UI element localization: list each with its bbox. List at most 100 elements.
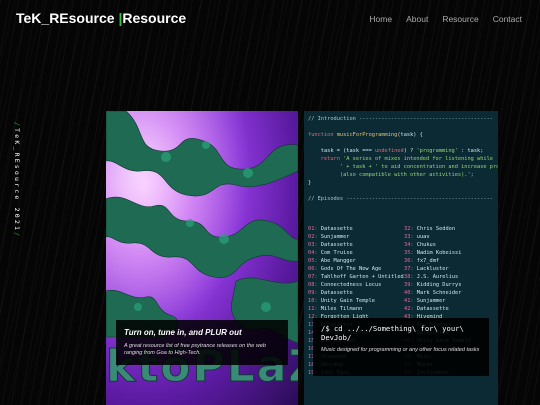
devjob-title[interactable]: /$ cd ../../Something\ for\ your\ DevJob… xyxy=(321,324,481,342)
return-keyword: return xyxy=(308,156,340,162)
episode-item[interactable]: 42: Datassette xyxy=(404,305,498,313)
episode-number: 39: xyxy=(404,282,414,288)
episode-number: 01: xyxy=(308,226,318,232)
episode-item[interactable]: 04: Com Truise xyxy=(308,249,404,257)
episode-number: 38: xyxy=(404,274,414,280)
episode-title: Unity Gain Temple xyxy=(320,298,375,304)
line2-string: 'A series of mixes intended for listenin… xyxy=(339,156,493,162)
episode-item[interactable]: 01: Datassette xyxy=(308,225,404,233)
psytrance-caption: Turn on, tune in, and PLUR out A great r… xyxy=(116,320,288,365)
episode-item[interactable]: 33: uuav xyxy=(404,233,498,241)
episode-title: Mark Schneider xyxy=(416,290,462,296)
episode-title: Datassette xyxy=(320,226,353,232)
episode-title: Datassette xyxy=(320,290,353,296)
episode-item[interactable]: 37: Lackluster xyxy=(404,265,498,273)
terminal-line-4: (also compatible with other activities).… xyxy=(308,172,474,178)
terminal-episodes-header: // Episodes ----------------------------… xyxy=(308,196,493,202)
episode-item[interactable]: 02: Sunjammer xyxy=(308,233,404,241)
episode-item[interactable]: 09: Datassette xyxy=(308,289,404,297)
episode-number: 04: xyxy=(308,250,318,256)
episode-item[interactable]: 38: J.S. Aurelius xyxy=(404,273,498,281)
terminal-close-brace: } xyxy=(308,180,312,186)
episode-number: 03: xyxy=(308,242,318,248)
episode-title: Abe Mangger xyxy=(320,258,356,264)
devjob-caption: /$ cd ../../Something\ for\ your\ DevJob… xyxy=(313,318,489,376)
episode-item[interactable]: 10: Unity Gain Temple xyxy=(308,297,404,305)
nav-home-link[interactable]: Home xyxy=(369,14,392,24)
fn-keyword: function xyxy=(308,132,334,138)
episode-title: J.S. Aurelius xyxy=(416,274,459,280)
episode-title: Chukus xyxy=(416,242,436,248)
episode-number: 08: xyxy=(308,282,318,288)
episode-item[interactable]: 32: Chris Seddon xyxy=(404,225,498,233)
episode-item[interactable]: 05: Abe Mangger xyxy=(308,257,404,265)
episode-item[interactable]: 06: Gods Of The New Age xyxy=(308,265,404,273)
episode-number: 34: xyxy=(404,242,414,248)
episode-title: Com Truise xyxy=(320,250,353,256)
episode-number: 40: xyxy=(404,290,414,296)
line1-keyword: undefined xyxy=(374,148,404,154)
terminal-intro-header: // Introduction ------------------------… xyxy=(308,116,493,122)
nav-resource-link[interactable]: Resource xyxy=(442,14,478,24)
episode-item[interactable]: 03: Datassette xyxy=(308,241,404,249)
episode-title: Gods Of The New Age xyxy=(320,266,382,272)
terminal-function-line: function musicForProgramming(task) { xyxy=(308,132,423,138)
episode-title: Lackluster xyxy=(416,266,449,272)
tag-text: TeK_REsource 2021 xyxy=(13,128,21,233)
line1-text-a: task = (task === xyxy=(308,148,375,154)
psytrance-description: A great resource list of free psytrance … xyxy=(124,343,266,357)
episode-number: 35: xyxy=(404,250,414,256)
episode-number: 02: xyxy=(308,234,318,240)
episode-item[interactable]: 41: Sunjammer xyxy=(404,297,498,305)
terminal-line-2: return 'A series of mixes intended for l… xyxy=(304,155,498,163)
episode-number: 33: xyxy=(404,234,414,240)
episode-item[interactable]: 40: Mark Schneider xyxy=(404,289,498,297)
episode-item[interactable]: 39: Kidding Durrys xyxy=(404,281,498,289)
terminal-line-1: task = (task === undefined) ? 'programmi… xyxy=(304,147,498,155)
episode-number: 09: xyxy=(308,290,318,296)
terminal-line-3: ' + task + ' to aid concentration and in… xyxy=(308,164,498,170)
brand-sub: Resource xyxy=(122,10,187,26)
episode-title: Kidding Durrys xyxy=(416,282,462,288)
line1-text-b: ) ? xyxy=(403,148,417,154)
episode-title: Nadim Kobeissi xyxy=(416,250,462,256)
line1-text-c: : task; xyxy=(457,148,484,154)
episode-title: Datassette xyxy=(416,306,449,312)
site-brand[interactable]: TeK_REsource |Resource xyxy=(16,10,186,26)
psytrance-title[interactable]: Turn on, tune in, and PLUR out xyxy=(124,328,280,337)
episode-number: 05: xyxy=(308,258,318,264)
episode-number: 07: xyxy=(308,274,318,280)
devjob-description: Music designed for programming or any ot… xyxy=(321,347,480,353)
episode-title: Sunjammer xyxy=(320,234,350,240)
vertical-site-tag: /TeK_REsource 2021/ xyxy=(13,122,21,238)
episode-title: Chris Seddon xyxy=(416,226,456,232)
fn-params: (task) xyxy=(397,132,417,138)
episode-number: 37: xyxy=(404,266,414,272)
episode-item[interactable]: 07: Tahlhoff Garten + Untitled xyxy=(308,273,404,281)
episode-number: 10: xyxy=(308,298,318,304)
nav-about-link[interactable]: About xyxy=(406,14,428,24)
episode-item[interactable]: 08: Connectedness Locus xyxy=(308,281,404,289)
episode-item[interactable]: 35: Nadim Kobeissi xyxy=(404,249,498,257)
episode-title: Sunjammer xyxy=(416,298,446,304)
episode-title: Datassette xyxy=(320,242,353,248)
episode-item[interactable]: 34: Chukus xyxy=(404,241,498,249)
nav-contact-link[interactable]: Contact xyxy=(493,14,522,24)
episode-title: Miles Tilmann xyxy=(320,306,363,312)
episode-item[interactable]: 36: fx7_dmf xyxy=(404,257,498,265)
episode-number: 42: xyxy=(404,306,414,312)
brand-main: TeK_REsource xyxy=(16,10,115,26)
episode-title: uuav xyxy=(416,234,430,240)
episode-number: 06: xyxy=(308,266,318,272)
episode-item[interactable]: 11: Miles Tilmann xyxy=(308,305,404,313)
episode-number: 41: xyxy=(404,298,414,304)
line1-string: 'programming' xyxy=(416,148,458,154)
tag-slash-end: / xyxy=(13,232,21,239)
page: TeK_REsource |Resource Home About Resour… xyxy=(0,0,540,405)
episode-title: fx7_dmf xyxy=(416,258,440,264)
episode-number: 32: xyxy=(404,226,414,232)
episode-title: Connectedness Locus xyxy=(320,282,382,288)
episode-title: Tahlhoff Garten + Untitled xyxy=(320,274,404,280)
episode-number: 36: xyxy=(404,258,414,264)
top-nav: Home About Resource Contact xyxy=(369,14,522,24)
